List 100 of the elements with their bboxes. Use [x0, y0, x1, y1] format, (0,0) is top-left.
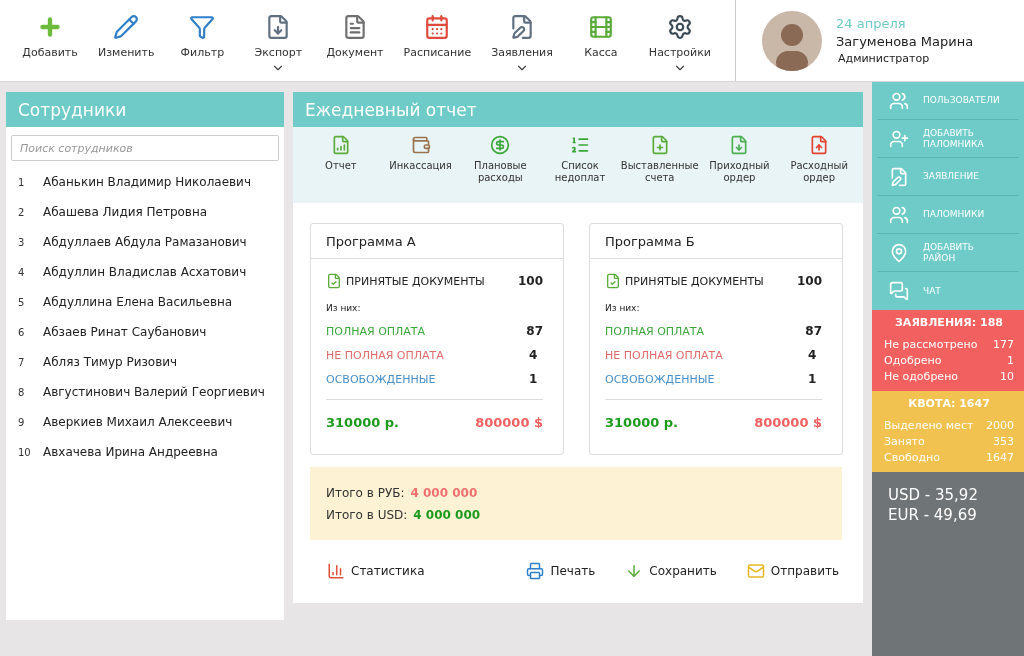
- payment-count: 4: [808, 348, 818, 362]
- search-field[interactable]: Поиск сотрудников: [11, 135, 279, 161]
- employee-name[interactable]: Абанькин Владимир Николаевич: [43, 175, 251, 189]
- employee-name[interactable]: Абляз Тимур Ризович: [43, 355, 178, 369]
- chat-icon: [889, 281, 909, 301]
- payment-count: 87: [805, 324, 822, 338]
- panel-title: Ежедневный отчет: [293, 92, 863, 127]
- calendar-icon: [424, 14, 451, 40]
- payment-label: ОСВОБОЖДЕННЫЕ: [326, 372, 436, 386]
- usd-sum: 800000 $: [754, 414, 822, 430]
- toolbar-button[interactable]: Экспорт: [242, 14, 315, 75]
- rub-sum: 310000 р.: [605, 414, 679, 430]
- stats-value: 2000: [986, 419, 1014, 432]
- footer-button[interactable]: Печать: [526, 562, 596, 580]
- toolbar-button[interactable]: Добавить: [14, 14, 86, 59]
- stats-value: 1647: [986, 451, 1014, 464]
- map-pin-icon: [889, 242, 909, 263]
- stats-label: Выделено мест: [884, 419, 974, 432]
- employee-name[interactable]: Авхачева Ирина Андреевна: [43, 445, 218, 459]
- exchange-rate: USD - 35,92: [888, 486, 979, 504]
- stats-value: 1: [1007, 354, 1014, 367]
- printer-icon: [526, 562, 545, 580]
- toolbar-button[interactable]: Документ: [318, 14, 392, 59]
- action-button[interactable]: Плановые расходы: [460, 135, 541, 203]
- document-down-icon: [729, 135, 750, 155]
- action-button[interactable]: Приходный ордер: [699, 135, 780, 203]
- stats-value: 177: [993, 338, 1014, 351]
- toolbar-button[interactable]: Касса: [564, 14, 637, 59]
- document-check-icon: [605, 273, 621, 289]
- stats-label: Свободно: [884, 451, 940, 464]
- stats-title: КВОТА: 1647: [907, 397, 991, 410]
- subtitle: Из них:: [326, 303, 362, 313]
- row-number: 4: [18, 266, 26, 278]
- payment-label: ПОЛНАЯ ОПЛАТА: [605, 324, 705, 338]
- stats-label: Не одобрено: [884, 370, 959, 383]
- footer-button[interactable]: Статистика: [327, 562, 425, 580]
- employee-name[interactable]: Абдуллаев Абдула Рамазанович: [43, 235, 247, 249]
- card-title: Программа Б: [590, 224, 842, 259]
- payment-count: 87: [526, 324, 543, 338]
- payment-label: НЕ ПОЛНАЯ ОПЛАТА: [605, 348, 723, 362]
- docs-count: 100: [517, 274, 543, 288]
- toolbar-button[interactable]: Изменить: [90, 14, 163, 59]
- payment-count: 4: [529, 348, 539, 362]
- mail-icon: [746, 562, 765, 580]
- payment-label: ПОЛНАЯ ОПЛАТА: [326, 324, 426, 338]
- panel-title: Сотрудники: [6, 92, 284, 127]
- row-number: 9: [18, 416, 26, 428]
- chart-icon: [327, 562, 345, 580]
- settings-icon: [666, 14, 693, 40]
- stats-title: ЗАЯВЛЕНИЯ: 188: [894, 316, 1004, 329]
- list-icon: [570, 135, 590, 155]
- exchange-rate: EUR - 49,69: [888, 506, 978, 524]
- docs-count: 100: [796, 274, 822, 288]
- row-number: 6: [18, 326, 26, 338]
- employee-name[interactable]: Августинович Валерий Георгиевич: [43, 385, 265, 399]
- action-button[interactable]: Выставленные счета: [619, 135, 700, 203]
- employee-name[interactable]: Аверкиев Михаил Алексеевич: [43, 415, 233, 429]
- toolbar-button[interactable]: Настройки: [640, 14, 719, 75]
- plus-icon: [37, 14, 63, 40]
- employee-name[interactable]: Абдуллин Владислав Асхатович: [43, 265, 247, 279]
- document-up-icon: [809, 135, 830, 155]
- toolbar-button[interactable]: Расписание: [395, 14, 480, 59]
- usd-sum: 800000 $: [475, 414, 543, 430]
- row-number: 10: [18, 446, 32, 458]
- users-icon: [889, 90, 909, 111]
- user-plus-icon: [889, 128, 909, 149]
- pencil-icon: [113, 14, 140, 40]
- footer-button[interactable]: Отправить: [746, 562, 839, 580]
- film-icon: [587, 14, 614, 40]
- stats-value: 353: [993, 435, 1014, 448]
- docs-label: ПРИНЯТЫЕ ДОКУМЕНТЫ: [346, 274, 485, 288]
- total-label: Итого в USD:: [326, 507, 408, 522]
- row-number: 1: [18, 176, 26, 188]
- row-number: 5: [18, 296, 26, 308]
- document-check-icon: [326, 273, 342, 289]
- employee-name[interactable]: Абзаев Ринат Саубанович: [43, 325, 207, 339]
- payment-label: ОСВОБОЖДЕННЫЕ: [605, 372, 715, 386]
- filter-icon: [189, 14, 216, 40]
- stats-label: Занято: [884, 435, 925, 448]
- action-button[interactable]: Список недоплат: [540, 135, 620, 203]
- toolbar-button[interactable]: Фильтр: [166, 14, 239, 59]
- payment-count: 1: [529, 372, 539, 386]
- employee-name[interactable]: Абашева Лидия Петровна: [43, 205, 208, 219]
- user-role: Администратор: [837, 52, 931, 65]
- date-label: 24 апреля: [836, 16, 907, 31]
- action-button[interactable]: Отчет: [301, 135, 381, 203]
- toolbar-button[interactable]: Заявления: [483, 14, 561, 75]
- payment-count: 1: [808, 372, 818, 386]
- wallet-icon: [410, 135, 431, 155]
- footer-button[interactable]: Сохранить: [625, 562, 717, 580]
- stats-label: Не рассмотрено: [884, 338, 978, 351]
- action-button[interactable]: Инкассация: [380, 135, 461, 203]
- card-title: Программа А: [311, 224, 563, 259]
- employee-name[interactable]: Абдуллина Елена Васильевна: [43, 295, 233, 309]
- rub-sum: 310000 р.: [326, 414, 400, 430]
- stats-value: 10: [1000, 370, 1014, 383]
- action-button[interactable]: Расходный ордер: [779, 135, 860, 203]
- users-icon: [889, 204, 909, 225]
- row-number: 2: [18, 206, 26, 218]
- total-value: 4 000 000: [410, 485, 478, 500]
